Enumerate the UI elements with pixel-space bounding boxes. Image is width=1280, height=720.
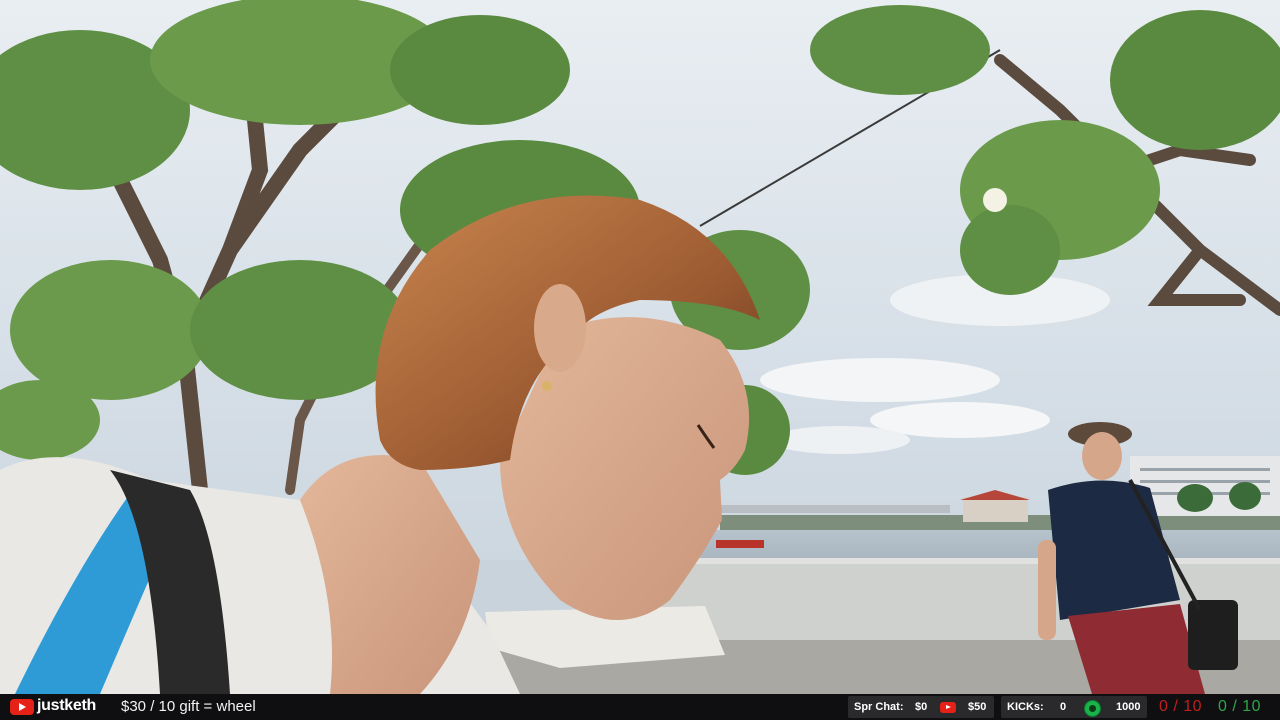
gift-goal-text: $30 / 10 gift = wheel bbox=[121, 698, 256, 715]
boat bbox=[716, 540, 764, 548]
street-scene bbox=[0, 0, 1280, 694]
foliage bbox=[390, 15, 570, 125]
spr-chat-label: Spr Chat: bbox=[854, 701, 904, 713]
foliage bbox=[10, 260, 210, 400]
cloud bbox=[770, 426, 910, 454]
frangipani-flower bbox=[983, 188, 1007, 212]
kicks-box: KICKs: 0 1000 bbox=[1001, 696, 1147, 718]
shore-tree bbox=[1177, 484, 1213, 512]
spr-chat-value: $0 bbox=[915, 701, 928, 713]
man-bag bbox=[1188, 600, 1238, 670]
wall-top bbox=[640, 558, 1280, 564]
woman-ear bbox=[534, 284, 586, 372]
man-face bbox=[1082, 432, 1122, 480]
foliage bbox=[960, 205, 1060, 295]
kick-icon bbox=[1084, 700, 1101, 717]
kicks-target: 1000 bbox=[1116, 701, 1141, 713]
spr-chat-box: Spr Chat: $0 $50 bbox=[848, 696, 994, 718]
building-windows bbox=[1140, 480, 1270, 483]
kicks-label: KICKs: bbox=[1007, 701, 1044, 713]
counter-red: 0 / 10 bbox=[1159, 698, 1203, 715]
youtube-icon bbox=[10, 699, 34, 715]
building-windows bbox=[1140, 468, 1270, 471]
shore-tree bbox=[1229, 482, 1261, 510]
spr-chat-yt-value: $50 bbox=[968, 701, 987, 713]
youtube-icon bbox=[940, 702, 956, 713]
foliage bbox=[810, 5, 990, 95]
counter-green: 0 / 10 bbox=[1218, 698, 1262, 715]
earring bbox=[542, 381, 552, 391]
building-red-roof bbox=[963, 497, 1028, 522]
man-arm bbox=[1038, 540, 1056, 640]
video-frame bbox=[0, 0, 1280, 694]
kicks-value: 0 bbox=[1060, 701, 1067, 713]
cloud bbox=[760, 358, 1000, 402]
channel-name: justketh bbox=[37, 697, 96, 714]
stream-overlay-bar: justketh $30 / 10 gift = wheel Spr Chat:… bbox=[0, 694, 1280, 720]
bridge bbox=[720, 505, 950, 513]
